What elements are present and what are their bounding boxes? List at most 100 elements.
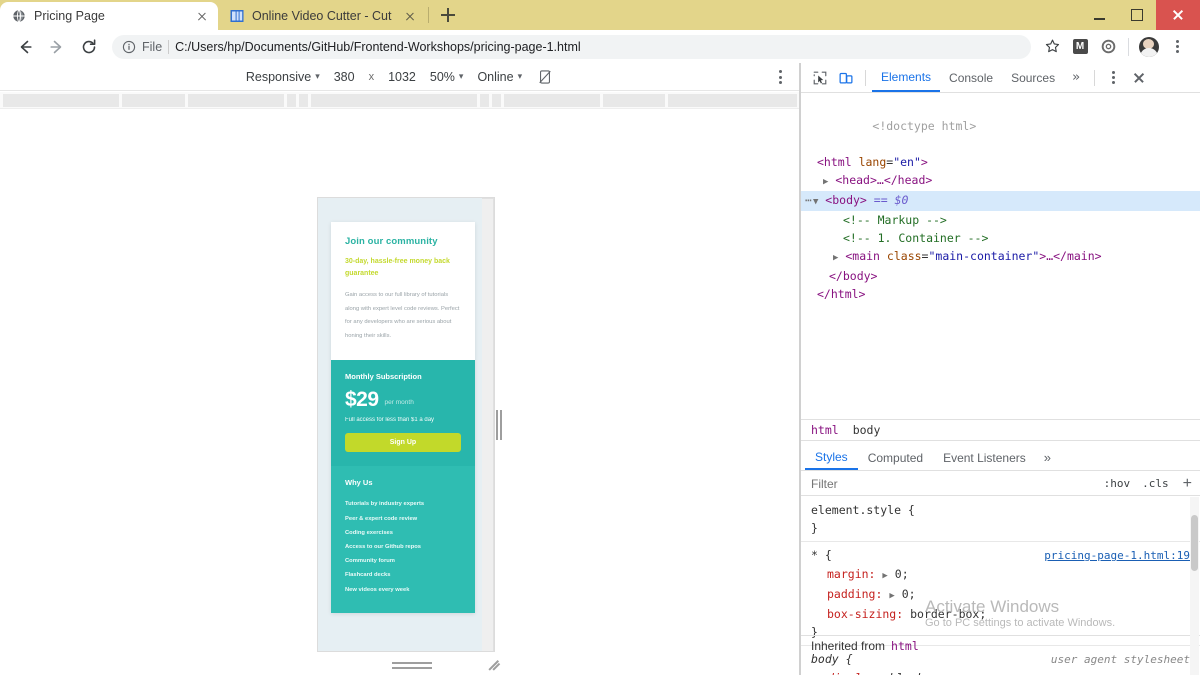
inspect-element-icon[interactable] (807, 66, 833, 90)
selected-node-marker: == $0 (873, 193, 909, 207)
viewport-height-resize-handle[interactable] (389, 659, 435, 671)
list-item: Peer & expert code review (345, 515, 418, 522)
tab-strip: Pricing Page Online Video Cutter - Cut V… (0, 0, 461, 30)
close-icon[interactable] (402, 8, 418, 24)
throttling-select[interactable]: Online ▾ (477, 70, 522, 84)
more-tabs-button[interactable]: » (1064, 70, 1088, 85)
main-node-rest: >…</main> (1039, 249, 1102, 263)
dom-line-head[interactable]: ▶ <head>…</head> (801, 171, 1200, 191)
breadcrumb-item-body[interactable]: body (853, 423, 881, 437)
list-item: Tutorials by industry experts (345, 501, 425, 508)
extension-gear-icon[interactable] (1095, 34, 1121, 60)
viewport-height-input[interactable]: 1032 (388, 70, 416, 84)
rule-source[interactable]: pricing-page-1.html:19 (1044, 547, 1190, 565)
why-us-heading: Why Us (345, 478, 373, 488)
dom-line-main[interactable]: ▶ <main class="main-container">…</main> (801, 247, 1200, 267)
declaration[interactable]: padding: ▶ 0; (811, 585, 1190, 605)
viewport-ruler (0, 92, 800, 109)
viewport-width-input[interactable]: 380 (334, 70, 355, 84)
hov-toggle[interactable]: :hov (1098, 477, 1137, 490)
new-style-rule-button[interactable]: + (1175, 475, 1200, 492)
devtools-panel: Elements Console Sources » <!doctype htm… (800, 63, 1200, 675)
html-open-tag: <html (817, 155, 852, 169)
declaration[interactable]: box-sizing: border-box; (811, 605, 1190, 623)
dom-line-html-close: </html> (801, 285, 1200, 303)
rule-selector[interactable]: element.style { (811, 501, 915, 519)
extension-gmail-icon[interactable]: M (1067, 34, 1093, 60)
page-title: Join our community (345, 236, 438, 247)
declaration-property: display: (827, 671, 882, 675)
chevron-down-icon: ▾ (517, 71, 523, 81)
sign-up-button[interactable]: Sign Up (345, 433, 461, 453)
description-text: Gain access to our full library of tutor… (345, 292, 460, 339)
dom-line-body-selected[interactable]: ⋯▼ <body> == $0 (801, 191, 1200, 211)
devtools-menu-button[interactable] (1101, 66, 1127, 90)
tab-elements[interactable]: Elements (872, 63, 941, 92)
bookmark-star-icon[interactable] (1039, 34, 1065, 60)
browser-toolbar: File C:/Users/hp/Documents/GitHub/Fronte… (0, 30, 1200, 63)
viewport-pane: Responsive ▾ 380 x 1032 50% ▾ Online ▾ J… (0, 63, 800, 675)
inherited-from-node: html (891, 638, 919, 653)
zoom-select[interactable]: 50% ▾ (430, 70, 464, 84)
style-rule-universal: * { pricing-page-1.html:19 margin: ▶ 0; … (801, 541, 1200, 645)
tab-styles[interactable]: Styles (805, 445, 858, 470)
html-close-tag: </html> (817, 287, 866, 301)
chevron-down-icon: ▾ (458, 71, 464, 81)
list-item: Coding exercises (345, 529, 394, 536)
viewport-corner-resize-handle[interactable] (487, 657, 503, 673)
forward-button[interactable] (42, 32, 72, 62)
ruler-segment (504, 93, 600, 107)
viewport-width-resize-handle[interactable] (493, 405, 505, 445)
device-toolbar-toggle-icon[interactable] (833, 66, 859, 90)
device-select[interactable]: Responsive ▾ (246, 70, 320, 84)
site-info-icon[interactable] (122, 40, 136, 54)
more-style-tabs-button[interactable]: » (1036, 450, 1059, 465)
rule-selector[interactable]: * { (811, 546, 832, 564)
pricing-card-intro: Join our community 30-day, hassle-free m… (331, 222, 475, 360)
ruler-segment (310, 93, 478, 107)
subscription-label: Monthly Subscription (345, 371, 422, 381)
devtools-close-icon[interactable] (1127, 66, 1151, 90)
dom-line-body-close: </body> (801, 267, 1200, 285)
tab-event-listeners[interactable]: Event Listeners (933, 445, 1036, 470)
declaration-value: 0; (901, 587, 916, 601)
url-scheme-label: File (142, 39, 163, 54)
ruler-segment (121, 93, 186, 107)
tab-computed[interactable]: Computed (858, 445, 933, 470)
window-close-icon[interactable] (1156, 0, 1200, 30)
tab-sources[interactable]: Sources (1002, 63, 1064, 92)
declaration[interactable]: margin: ▶ 0; (811, 565, 1190, 585)
browser-tab-pricing-page[interactable]: Pricing Page (0, 2, 218, 30)
tab-title: Online Video Cutter - Cut Video (252, 9, 394, 23)
rotate-icon[interactable] (536, 68, 554, 86)
list-item: Flashcard decks (345, 572, 391, 579)
devtools-separator (1093, 69, 1095, 86)
minimize-icon[interactable] (1080, 0, 1118, 30)
cls-toggle[interactable]: .cls (1136, 477, 1175, 490)
browser-menu-button[interactable] (1164, 34, 1190, 60)
inherited-label: Inherited from (811, 638, 886, 653)
dom-line-comment-container: <!-- 1. Container --> (801, 229, 1200, 247)
device-screen: Join our community 30-day, hassle-free m… (317, 197, 495, 652)
device-toolbar-menu-button[interactable] (772, 68, 788, 86)
back-button[interactable] (10, 32, 40, 62)
device-select-label: Responsive (245, 69, 312, 84)
browser-tab-online-video-cutter[interactable]: Online Video Cutter - Cut Video (218, 2, 426, 30)
pricing-card-why-section: Why Us Tutorials by industry experts Pee… (331, 466, 475, 613)
new-tab-button[interactable] (435, 2, 461, 28)
maximize-icon[interactable] (1118, 0, 1156, 30)
breadcrumb-item-html[interactable]: html (811, 423, 839, 437)
pricing-card: Join our community 30-day, hassle-free m… (331, 222, 475, 613)
list-item: Access to our Github repos (345, 544, 422, 551)
declaration[interactable]: display: block; (811, 669, 1190, 675)
styles-scrollbar[interactable] (1190, 497, 1199, 675)
close-icon[interactable] (194, 8, 210, 24)
main-attr-value: "main-container" (928, 249, 1040, 263)
avatar[interactable] (1136, 34, 1162, 60)
tab-console[interactable]: Console (940, 63, 1002, 92)
comment-text: <!-- 1. Container --> (843, 231, 989, 245)
filter-input[interactable] (801, 472, 1098, 495)
reload-button[interactable] (74, 32, 104, 62)
address-bar[interactable]: File C:/Users/hp/Documents/GitHub/Fronte… (112, 34, 1031, 59)
html-attr-value: "en" (893, 155, 921, 169)
